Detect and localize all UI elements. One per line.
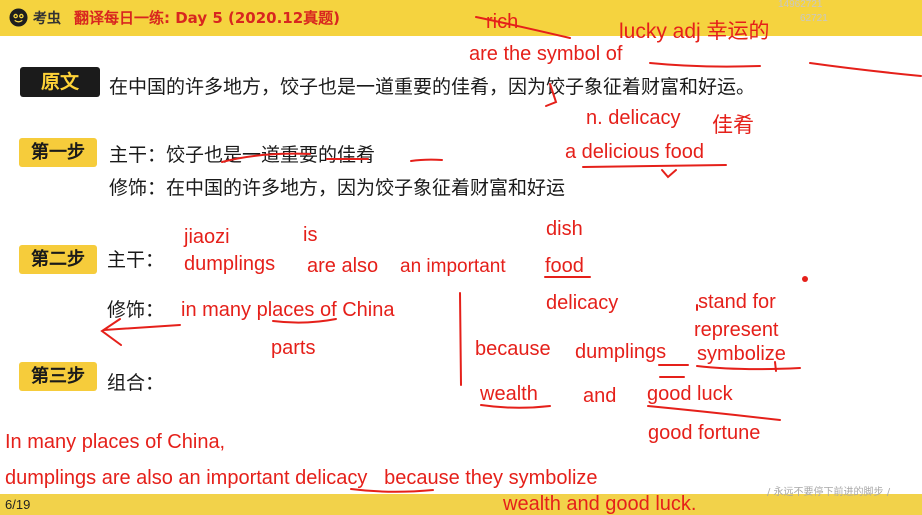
kaochong-logo-icon	[9, 8, 28, 27]
watermark-id-2: 62721	[800, 13, 828, 24]
step1-label: 第一步	[19, 138, 97, 167]
red-dot	[802, 276, 808, 282]
step1-modifier: 修饰：在中国的许多地方，因为饺子象征着财富和好运	[109, 177, 566, 199]
slide: 考虫 翻译每日一练: Day 5 (2020.12真题) 14962721 62…	[0, 0, 922, 515]
annotation-dish: dish	[546, 218, 583, 240]
step3-label: 第三步	[19, 362, 97, 391]
annotation-jiaozi: jiaozi	[184, 226, 230, 248]
logo-text: 考虫	[33, 11, 61, 27]
footer-slogan: / 永远不要停下前进的脚步 /	[767, 487, 891, 498]
annotation-are-also: are also	[307, 255, 379, 277]
step2-label: 第二步	[19, 245, 97, 274]
annotation-jiayao: 佳肴	[712, 114, 754, 137]
annotation-parts: parts	[271, 337, 316, 359]
annotation-and: and	[583, 385, 617, 407]
step3-combine-label: 组合：	[107, 372, 165, 394]
annotation-delicious-food: a delicious food	[565, 141, 704, 163]
annotation-delicacy: delicacy	[546, 292, 619, 314]
lesson-title: 翻译每日一练: Day 5 (2020.12真题)	[74, 9, 341, 27]
final-translation-line-3: wealth and good luck.	[503, 493, 697, 515]
annotation-food: food	[545, 255, 584, 277]
original-text: 在中国的许多地方，饺子也是一道重要的佳肴，因为饺子象征着财富和好运。	[109, 76, 756, 98]
annotation-is: is	[303, 224, 318, 246]
annotation-dumplings: dumplings	[184, 253, 276, 275]
step2-modifier-label: 修饰：	[107, 299, 165, 321]
annotation-symbol-of: are the symbol of	[469, 43, 623, 65]
final-translation-line-1: In many places of China,	[5, 431, 226, 453]
step2-main-label: 主干：	[107, 249, 165, 271]
watermark-id: 14962721	[778, 0, 823, 10]
annotation-rich: rich	[486, 11, 519, 33]
original-label: 原文	[20, 67, 100, 97]
annotation-an-important: an important	[400, 256, 506, 277]
annotation-wealth: wealth	[480, 383, 538, 405]
annotation-good-fortune: good fortune	[648, 422, 761, 444]
annotation-lucky: lucky adj 幸运的	[619, 20, 770, 43]
page-number: 6/19	[5, 497, 31, 512]
annotation-stand-for: stand for	[698, 291, 776, 313]
annotation-good-luck: good luck	[647, 383, 733, 405]
annotation-symbolize: symbolize	[697, 343, 786, 365]
annotation-because: because	[475, 338, 551, 360]
annotation-represent: represent	[694, 319, 779, 341]
title-bar: 考虫 翻译每日一练: Day 5 (2020.12真题) 14962721 62…	[0, 0, 922, 36]
annotation-dumplings-2: dumplings	[575, 341, 667, 363]
step1-main: 主干：饺子也是一道重要的佳肴	[109, 144, 376, 166]
annotation-in-many-places: in many places of China	[181, 299, 395, 321]
annotation-n-delicacy: n. delicacy	[586, 107, 681, 129]
final-translation-line-2: dumplings are also an important delicacy…	[5, 467, 598, 489]
